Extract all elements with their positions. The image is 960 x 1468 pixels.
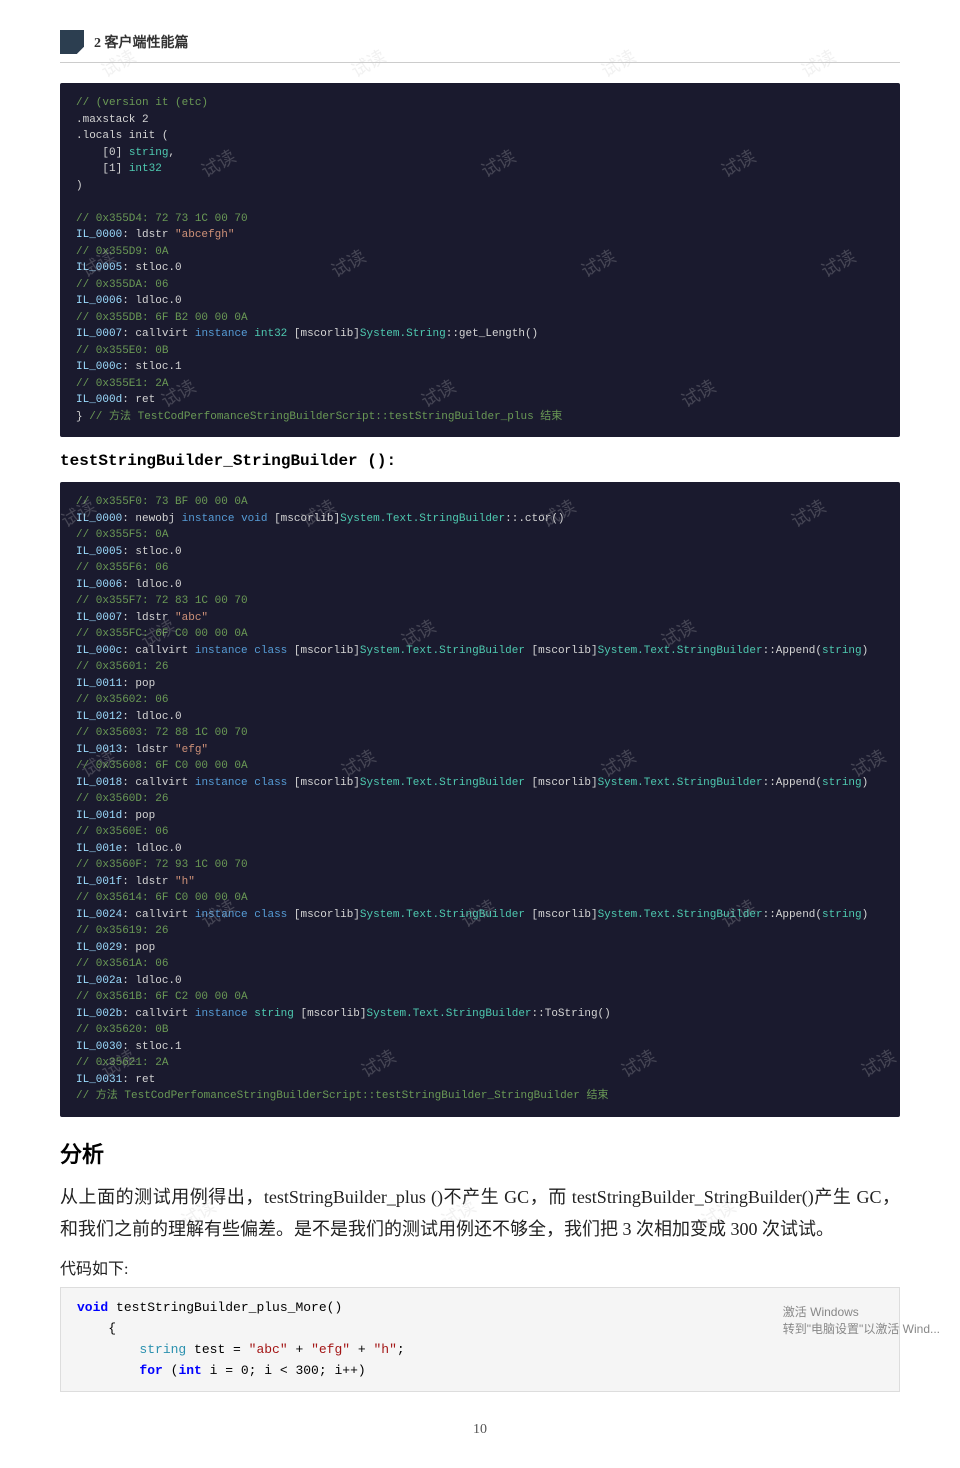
win-activate-notice: 激活 Windows 转到"电脑设置"以激活 Wind... <box>783 1303 940 1337</box>
page-number: 10 <box>60 1422 900 1438</box>
win-activate-line2: 转到"电脑设置"以激活 Wind... <box>783 1320 940 1337</box>
code-block-2: // 0x355F0: 73 BF 00 00 0A IL_0000: newo… <box>60 482 900 1117</box>
page-content: 2 客户端性能篇 // (version it (etc) .maxstack … <box>0 0 960 1468</box>
win-activate-line1: 激活 Windows <box>783 1303 940 1320</box>
code-label: 代码如下: <box>60 1255 900 1279</box>
func2-title: testStringBuilder_StringBuilder (): <box>60 452 900 470</box>
chapter-icon <box>60 30 84 54</box>
chapter-title: 2 客户端性能篇 <box>94 32 189 52</box>
code-block-1: // (version it (etc) .maxstack 2 .locals… <box>60 83 900 437</box>
inline-code-block: void testStringBuilder_plus_More() { str… <box>60 1287 900 1392</box>
analysis-title: 分析 <box>60 1137 900 1169</box>
chapter-header: 2 客户端性能篇 <box>60 30 900 63</box>
analysis-paragraph: 从上面的测试用例得出，testStringBuilder_plus ()不产生 … <box>60 1181 900 1246</box>
